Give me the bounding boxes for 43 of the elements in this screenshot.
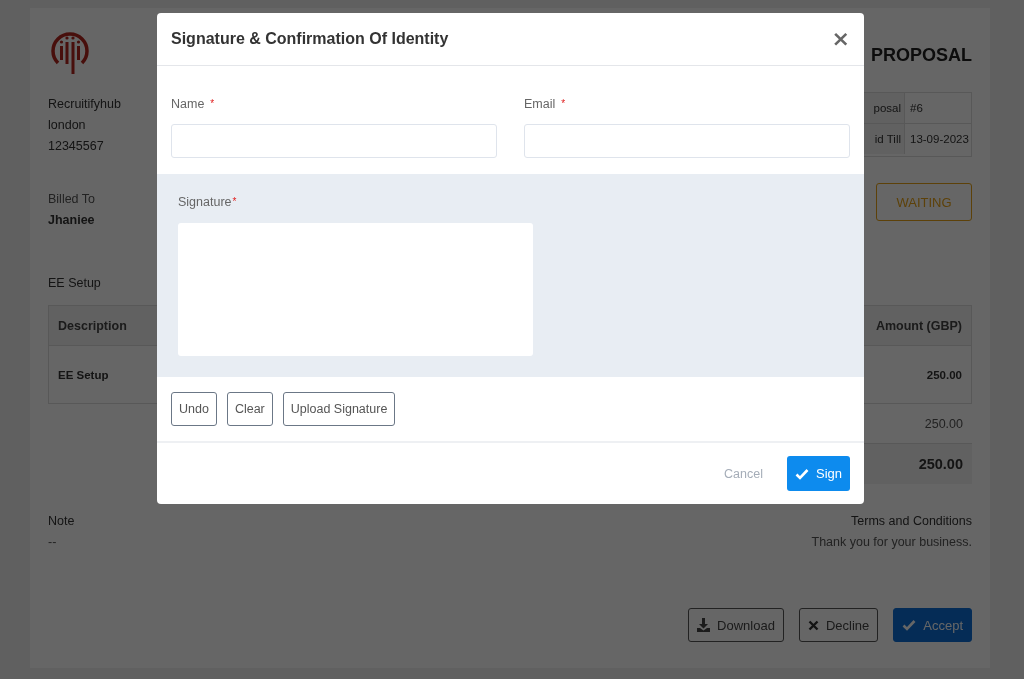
info-label: id Till <box>874 133 901 145</box>
pad-button[interactable]: Undo <box>171 392 217 426</box>
field-label: Email <box>524 97 556 111</box>
table-cell-text: 250.00 <box>925 367 963 383</box>
company-detail: Recruitifyhub <box>48 96 121 113</box>
column-header: Amount (GBP) <box>874 317 963 335</box>
company-detail: 12345567 <box>48 138 105 155</box>
field-label: Signature <box>178 195 232 209</box>
accept-button[interactable]: Accept <box>893 608 972 642</box>
dialog-title: Signature & Confirmation Of Identity <box>171 30 449 48</box>
table-cell-text: EE Setup <box>57 367 110 383</box>
info-label: posal <box>873 102 901 114</box>
sign-button[interactable]: Sign <box>786 456 850 491</box>
logo-icon <box>50 30 90 74</box>
section-title: EE Setup <box>48 275 102 291</box>
check-icon <box>902 619 917 631</box>
download-icon <box>697 618 711 632</box>
note-label: Note <box>48 513 75 530</box>
cancel-button[interactable]: Cancel <box>724 466 763 481</box>
column-header: Description <box>57 317 128 335</box>
decline-button[interactable]: Decline <box>798 608 879 642</box>
required-mark: * <box>210 98 215 109</box>
download-button[interactable]: Download <box>688 608 784 642</box>
document-title: PROPOSAL <box>871 45 972 66</box>
input-field[interactable] <box>524 124 850 158</box>
client-name: Jhaniee <box>48 212 96 229</box>
billed-to-label: Billed To <box>48 191 96 208</box>
pad-button[interactable]: Clear <box>226 392 273 426</box>
terms-text: Thank you for your business. <box>811 534 972 551</box>
required-mark: * <box>232 196 237 207</box>
info-value-cell-text: 13-09-2023 <box>909 132 969 147</box>
check-icon <box>794 467 809 480</box>
note-text: -- <box>48 534 58 551</box>
close-button[interactable]: × <box>831 28 850 50</box>
terms-label: Terms and Conditions <box>850 513 972 530</box>
x-icon <box>807 619 819 631</box>
status-badge: WAITING <box>876 183 972 221</box>
pad-button[interactable]: Upload Signature <box>282 392 396 426</box>
info-value-cell-text: #6 <box>909 101 923 116</box>
field-label: Name <box>171 97 205 111</box>
required-mark: * <box>561 98 566 109</box>
input-field[interactable] <box>171 124 497 158</box>
company-detail: london <box>48 117 87 134</box>
